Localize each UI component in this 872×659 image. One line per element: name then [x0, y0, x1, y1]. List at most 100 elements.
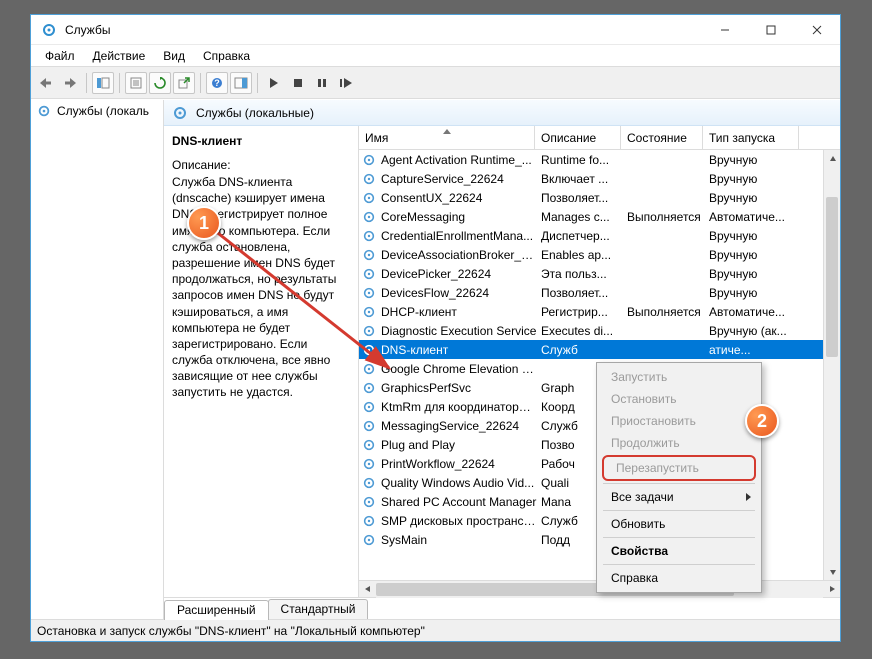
- pause-button[interactable]: [311, 72, 333, 94]
- cell-start-type: Вручную: [705, 229, 825, 243]
- cell-description: Служб: [537, 343, 623, 357]
- play-button[interactable]: [263, 72, 285, 94]
- ctx-pause[interactable]: Приостановить: [599, 410, 759, 432]
- ctx-refresh[interactable]: Обновить: [599, 513, 759, 535]
- cell-name: SMP дисковых пространств...: [381, 514, 537, 528]
- cell-start-type: Вручную: [705, 248, 825, 262]
- cell-name: SysMain: [381, 533, 537, 547]
- gear-icon: [361, 152, 377, 168]
- statusbar: Остановка и запуск службы "DNS-клиент" н…: [31, 619, 840, 641]
- restart-play-button[interactable]: [335, 72, 357, 94]
- menu-view[interactable]: Вид: [155, 47, 193, 65]
- menu-help[interactable]: Справка: [195, 47, 258, 65]
- gear-icon: [39, 20, 59, 40]
- back-button[interactable]: [35, 72, 57, 94]
- cell-description: Executes di...: [537, 324, 623, 338]
- scroll-up-button[interactable]: [824, 150, 841, 167]
- scroll-thumb[interactable]: [826, 197, 838, 357]
- gear-icon: [361, 190, 377, 206]
- vertical-scrollbar[interactable]: [823, 150, 840, 580]
- pane-header: Службы (локальные): [164, 100, 840, 126]
- forward-button[interactable]: [59, 72, 81, 94]
- cell-name: CredentialEnrollmentMana...: [381, 229, 537, 243]
- cell-description: Runtime fo...: [537, 153, 623, 167]
- scroll-down-button[interactable]: [824, 563, 841, 580]
- service-row[interactable]: DeviceAssociationBroker_2...Enables ap..…: [359, 245, 840, 264]
- toolbar: ?: [31, 67, 840, 99]
- cell-start-type: Вручную: [705, 172, 825, 186]
- cell-name: DevicesFlow_22624: [381, 286, 537, 300]
- menu-file[interactable]: Файл: [37, 47, 83, 65]
- service-row[interactable]: CaptureService_22624Включает ...Вручную: [359, 169, 840, 188]
- gear-icon: [361, 380, 377, 396]
- cell-name: Google Chrome Elevation S...: [381, 362, 537, 376]
- col-description[interactable]: Описание: [535, 126, 621, 149]
- ctx-start[interactable]: Запустить: [599, 366, 759, 388]
- gear-icon: [361, 437, 377, 453]
- service-row[interactable]: Diagnostic Execution ServiceExecutes di.…: [359, 321, 840, 340]
- service-row[interactable]: DNS-клиентСлужбатиче...: [359, 340, 840, 359]
- cell-start-type: Вручную: [705, 267, 825, 281]
- cell-start-type: Вручную (ак...: [705, 324, 825, 338]
- service-row[interactable]: DHCP-клиентРегистрир...ВыполняетсяАвтома…: [359, 302, 840, 321]
- refresh-button[interactable]: [149, 72, 171, 94]
- cell-name: Agent Activation Runtime_...: [381, 153, 537, 167]
- help-button[interactable]: ?: [206, 72, 228, 94]
- service-row[interactable]: ConsentUX_22624Позволяет...Вручную: [359, 188, 840, 207]
- gear-icon: [361, 285, 377, 301]
- pane-title: Службы (локальные): [196, 106, 314, 120]
- action-panel-button[interactable]: [230, 72, 252, 94]
- stop-button[interactable]: [287, 72, 309, 94]
- annotation-badge-2: 2: [745, 404, 779, 438]
- ctx-stop[interactable]: Остановить: [599, 388, 759, 410]
- export-button[interactable]: [173, 72, 195, 94]
- context-menu: Запустить Остановить Приостановить Продо…: [596, 362, 762, 593]
- maximize-button[interactable]: [748, 15, 794, 45]
- cell-description: Регистрир...: [537, 305, 623, 319]
- service-row[interactable]: CredentialEnrollmentMana...Диспетчер...В…: [359, 226, 840, 245]
- service-row[interactable]: DevicePicker_22624Эта польз...Вручную: [359, 264, 840, 283]
- ctx-restart[interactable]: Перезапустить: [602, 455, 756, 481]
- cell-name: DeviceAssociationBroker_2...: [381, 248, 537, 262]
- console-tree[interactable]: Службы (локаль: [31, 100, 164, 619]
- minimize-button[interactable]: [702, 15, 748, 45]
- cell-state: Выполняется: [623, 305, 705, 319]
- view-tabs: Расширенный Стандартный: [164, 597, 840, 619]
- tree-item-services-local[interactable]: Службы (локаль: [31, 100, 163, 122]
- cell-name: GraphicsPerfSvc: [381, 381, 537, 395]
- titlebar[interactable]: Службы: [31, 15, 840, 45]
- ctx-help[interactable]: Справка: [599, 567, 759, 589]
- cell-start-type: Автоматиче...: [705, 210, 825, 224]
- tab-extended[interactable]: Расширенный: [164, 600, 269, 620]
- menu-action[interactable]: Действие: [85, 47, 154, 65]
- service-row[interactable]: CoreMessagingManages c...ВыполняетсяАвто…: [359, 207, 840, 226]
- service-row[interactable]: DevicesFlow_22624Позволяет...Вручную: [359, 283, 840, 302]
- close-button[interactable]: [794, 15, 840, 45]
- ctx-properties[interactable]: Свойства: [599, 540, 759, 562]
- scroll-left-button[interactable]: [359, 581, 376, 598]
- column-headers: Имя Описание Состояние Тип запуска: [359, 126, 840, 150]
- show-hide-tree-button[interactable]: [92, 72, 114, 94]
- gear-icon: [361, 513, 377, 529]
- col-state[interactable]: Состояние: [621, 126, 703, 149]
- gear-icon: [361, 456, 377, 472]
- cell-description: Enables ap...: [537, 248, 623, 262]
- gear-icon: [361, 304, 377, 320]
- tab-standard[interactable]: Стандартный: [268, 599, 369, 619]
- tree-item-label: Службы (локаль: [57, 104, 149, 118]
- gear-icon: [361, 323, 377, 339]
- scroll-right-button[interactable]: [823, 581, 840, 598]
- service-row[interactable]: Agent Activation Runtime_...Runtime fo..…: [359, 150, 840, 169]
- cell-description: Позволяет...: [537, 191, 623, 205]
- col-start-type[interactable]: Тип запуска: [703, 126, 799, 149]
- cell-name: Diagnostic Execution Service: [381, 324, 537, 338]
- properties-button[interactable]: [125, 72, 147, 94]
- cell-name: ConsentUX_22624: [381, 191, 537, 205]
- window-title: Службы: [65, 23, 110, 37]
- ctx-resume[interactable]: Продолжить: [599, 432, 759, 454]
- col-name[interactable]: Имя: [359, 126, 535, 149]
- gear-icon: [361, 532, 377, 548]
- ctx-all-tasks[interactable]: Все задачи: [599, 486, 759, 508]
- cell-start-type: Автоматиче...: [705, 305, 825, 319]
- gear-icon: [361, 266, 377, 282]
